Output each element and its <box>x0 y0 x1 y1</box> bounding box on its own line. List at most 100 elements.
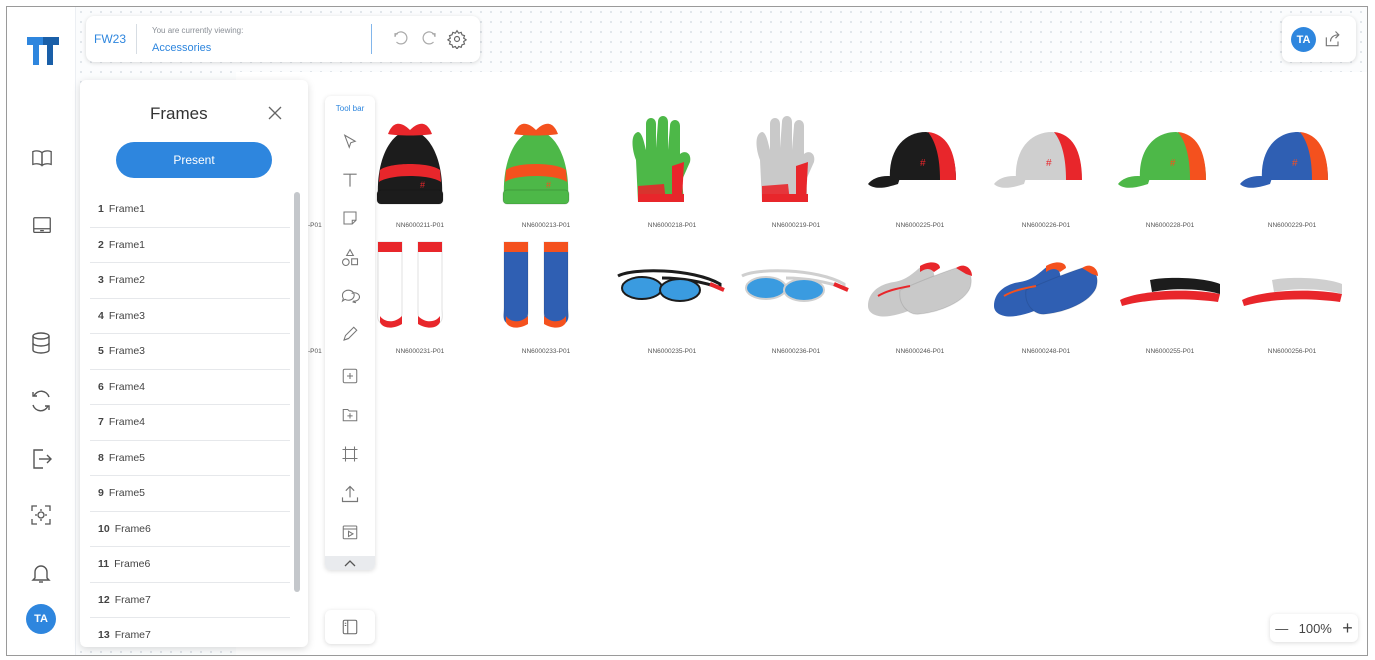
product-code: NN6000246-P01 <box>895 348 945 355</box>
present-button[interactable]: Present <box>116 142 272 178</box>
frame-list-item[interactable]: 5 Frame3 <box>90 334 290 370</box>
frame-list-item[interactable]: 1 Frame1 <box>90 192 290 228</box>
product-card[interactable] <box>986 232 1106 352</box>
panel-toggle-icon[interactable] <box>325 610 375 644</box>
product-code: NN6000229-P01 <box>1267 222 1317 229</box>
frame-list-item[interactable]: 10 Frame6 <box>90 512 290 547</box>
frame-list-item[interactable]: 12 Frame7 <box>90 583 290 618</box>
database-icon[interactable] <box>28 330 54 356</box>
product-card[interactable]: # <box>986 110 1106 230</box>
video-icon[interactable] <box>338 520 362 544</box>
product-card[interactable] <box>860 232 980 352</box>
product-image <box>360 232 480 332</box>
frame-number: 4 <box>98 309 104 322</box>
product-image: # <box>360 110 480 210</box>
product-card[interactable]: # <box>1232 110 1352 230</box>
frame-name: Frame6 <box>114 558 151 571</box>
user-initials: TA <box>1296 33 1311 46</box>
viewing-category[interactable]: Accessories <box>152 42 211 54</box>
scrollbar[interactable] <box>294 192 300 592</box>
frame-name: Frame7 <box>114 593 151 606</box>
frame-name: Frame3 <box>108 345 146 358</box>
export-icon[interactable] <box>28 446 54 472</box>
product-code: NN6000226-P01 <box>1021 222 1071 229</box>
product-card[interactable] <box>612 110 732 230</box>
frame-list-item[interactable]: 11 Frame6 <box>90 547 290 583</box>
product-card[interactable] <box>360 232 480 352</box>
season-label[interactable]: FW23 <box>94 32 126 46</box>
svg-text:#: # <box>1046 158 1052 169</box>
frame-number: 8 <box>98 451 104 464</box>
product-image <box>736 232 856 332</box>
product-card[interactable] <box>736 110 856 230</box>
product-card[interactable]: # <box>1110 110 1230 230</box>
frame-list-item[interactable]: 2 Frame1 <box>90 228 290 263</box>
product-image <box>986 232 1106 332</box>
add-page-icon[interactable] <box>338 402 362 426</box>
zoom-control: — 100% + <box>1270 614 1358 642</box>
crop-frame-icon[interactable] <box>338 442 362 466</box>
product-code: NN6000218-P01 <box>647 222 697 229</box>
product-card[interactable] <box>736 232 856 352</box>
svg-text:#: # <box>546 180 551 190</box>
frame-name: Frame7 <box>114 629 151 642</box>
avatar[interactable]: TA <box>26 604 56 634</box>
zoom-in-button[interactable]: + <box>1342 618 1353 639</box>
divider <box>371 24 372 54</box>
product-card[interactable] <box>1232 232 1352 352</box>
svg-text:#: # <box>920 158 926 169</box>
frame-list-item[interactable]: 8 Frame5 <box>90 441 290 476</box>
laptop-icon[interactable] <box>29 213 55 239</box>
frame-number: 12 <box>98 593 110 606</box>
product-image: # <box>1232 110 1352 210</box>
shapes-icon[interactable] <box>338 246 362 270</box>
frame-list-item[interactable]: 9 Frame5 <box>90 476 290 512</box>
zoom-out-button[interactable]: — <box>1275 621 1288 636</box>
zoom-level: 100% <box>1298 620 1332 636</box>
share-icon[interactable] <box>1322 28 1344 50</box>
add-frame-icon[interactable] <box>338 364 362 388</box>
undo-icon[interactable] <box>390 28 412 50</box>
text-icon[interactable] <box>338 168 362 192</box>
app-logo[interactable] <box>23 31 63 71</box>
viewing-caption: You are currently viewing: <box>152 26 244 35</box>
frame-list-item[interactable]: 7 Frame4 <box>90 405 290 441</box>
chevron-up-icon[interactable] <box>325 556 375 570</box>
frame-list-item[interactable]: 4 Frame3 <box>90 299 290 334</box>
product-card[interactable]: # <box>860 110 980 230</box>
product-code: NN6000248-P01 <box>1021 348 1071 355</box>
frame-list-item[interactable]: 3 Frame2 <box>90 263 290 299</box>
panel-title: Frames <box>150 104 208 123</box>
sync-icon[interactable] <box>28 388 54 414</box>
frame-list-item[interactable]: 6 Frame4 <box>90 370 290 405</box>
product-image: # <box>986 110 1106 210</box>
product-card[interactable]: # <box>486 110 606 230</box>
frame-name: Frame3 <box>108 309 146 322</box>
product-image <box>860 232 980 332</box>
comment-icon[interactable] <box>338 284 362 308</box>
pencil-icon[interactable] <box>338 322 362 346</box>
frame-name: Frame5 <box>108 487 146 500</box>
product-image <box>1110 232 1230 332</box>
product-code: NN6000219-P01 <box>771 222 821 229</box>
product-code: NN6000256-P01 <box>1267 348 1317 355</box>
user-menu: TA <box>1282 16 1356 62</box>
gear-icon[interactable] <box>446 28 468 50</box>
product-card[interactable] <box>612 232 732 352</box>
close-icon[interactable] <box>266 104 284 122</box>
sticky-note-icon[interactable] <box>338 206 362 230</box>
product-card[interactable] <box>1110 232 1230 352</box>
upload-icon[interactable] <box>338 482 362 506</box>
bell-icon[interactable] <box>28 560 54 586</box>
frame-list-item[interactable]: 13 Frame7 <box>90 618 290 647</box>
book-icon[interactable] <box>29 145 55 171</box>
product-card[interactable] <box>486 232 606 352</box>
tool-bar: Tool bar <box>325 96 375 570</box>
product-image <box>1232 232 1352 332</box>
product-card[interactable]: # <box>360 110 480 230</box>
frame-name: Frame1 <box>108 238 146 251</box>
avatar[interactable]: TA <box>1291 27 1316 52</box>
redo-icon[interactable] <box>418 28 440 50</box>
pointer-icon[interactable] <box>338 130 362 154</box>
scan-icon[interactable] <box>28 502 54 528</box>
